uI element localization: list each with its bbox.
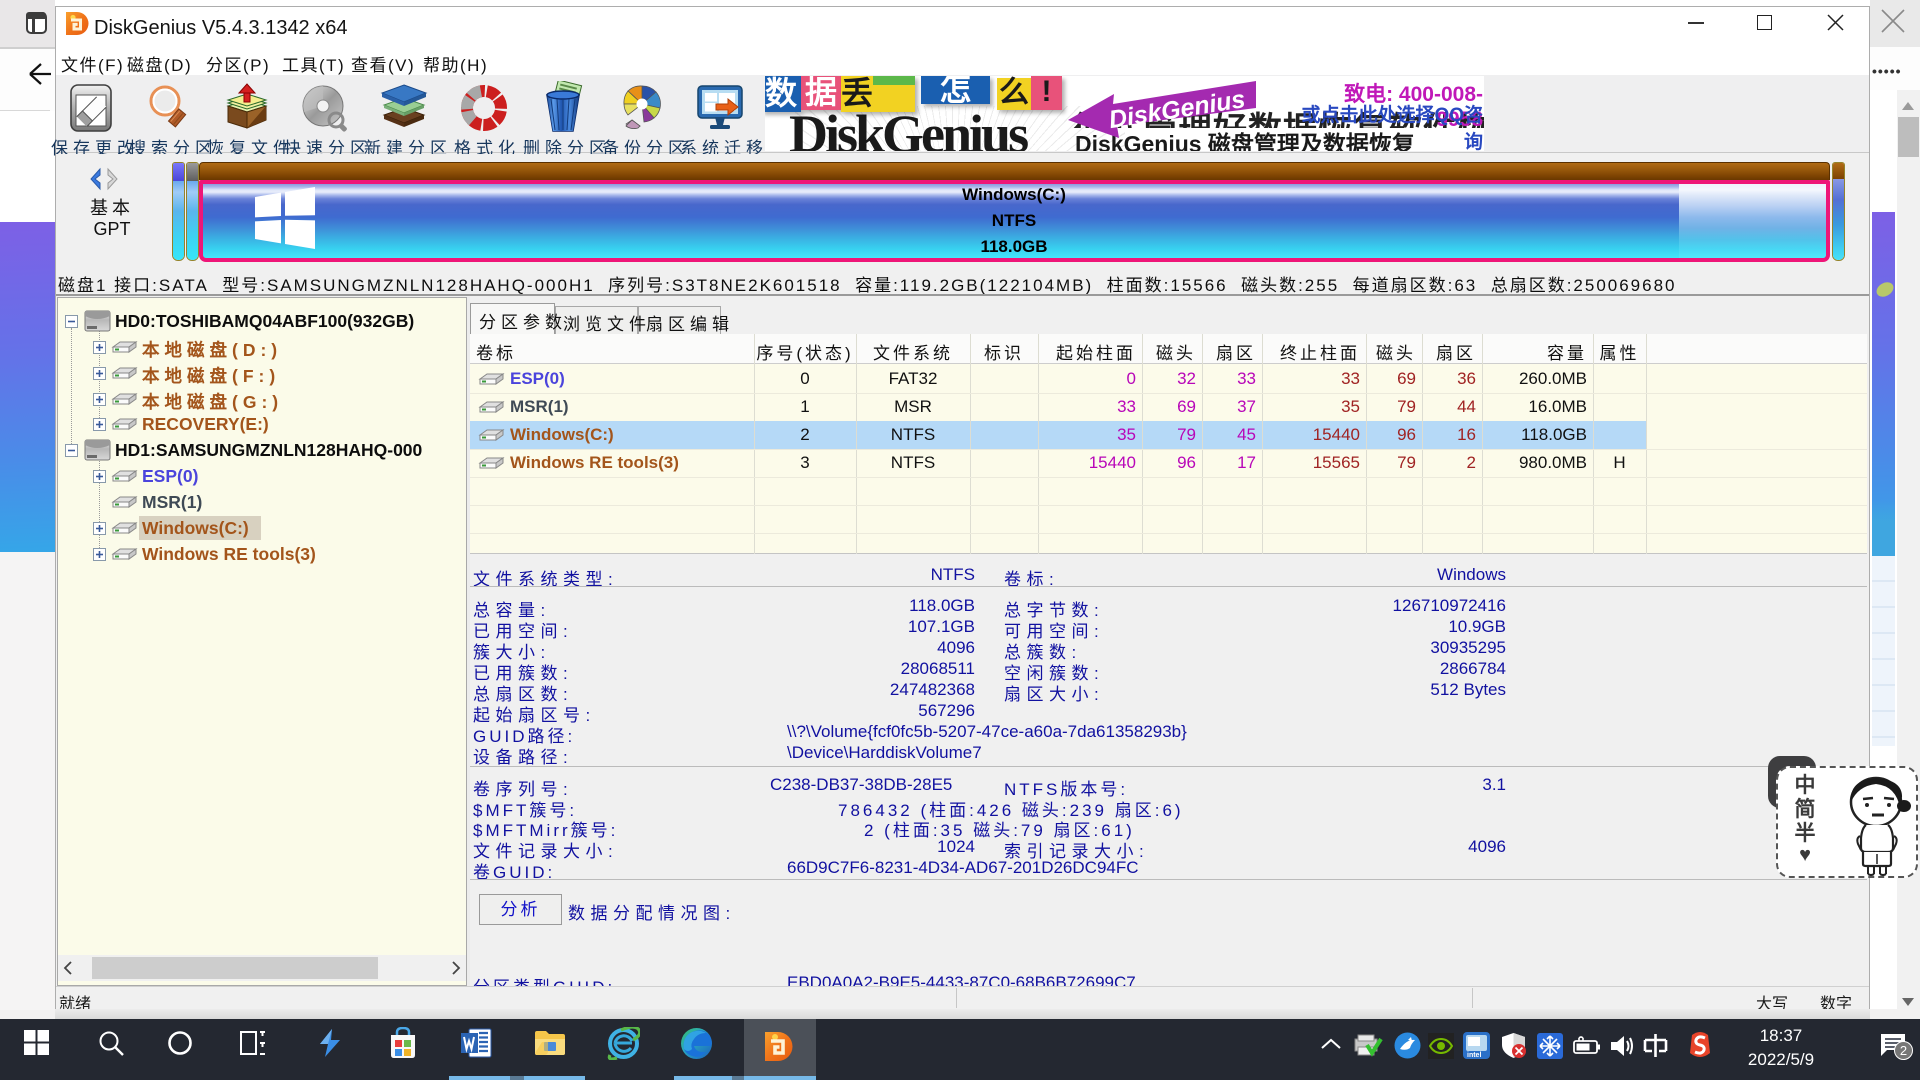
svg-text:DiskGenius: DiskGenius [1107,85,1247,134]
svg-text:intel: intel [1467,1052,1481,1059]
